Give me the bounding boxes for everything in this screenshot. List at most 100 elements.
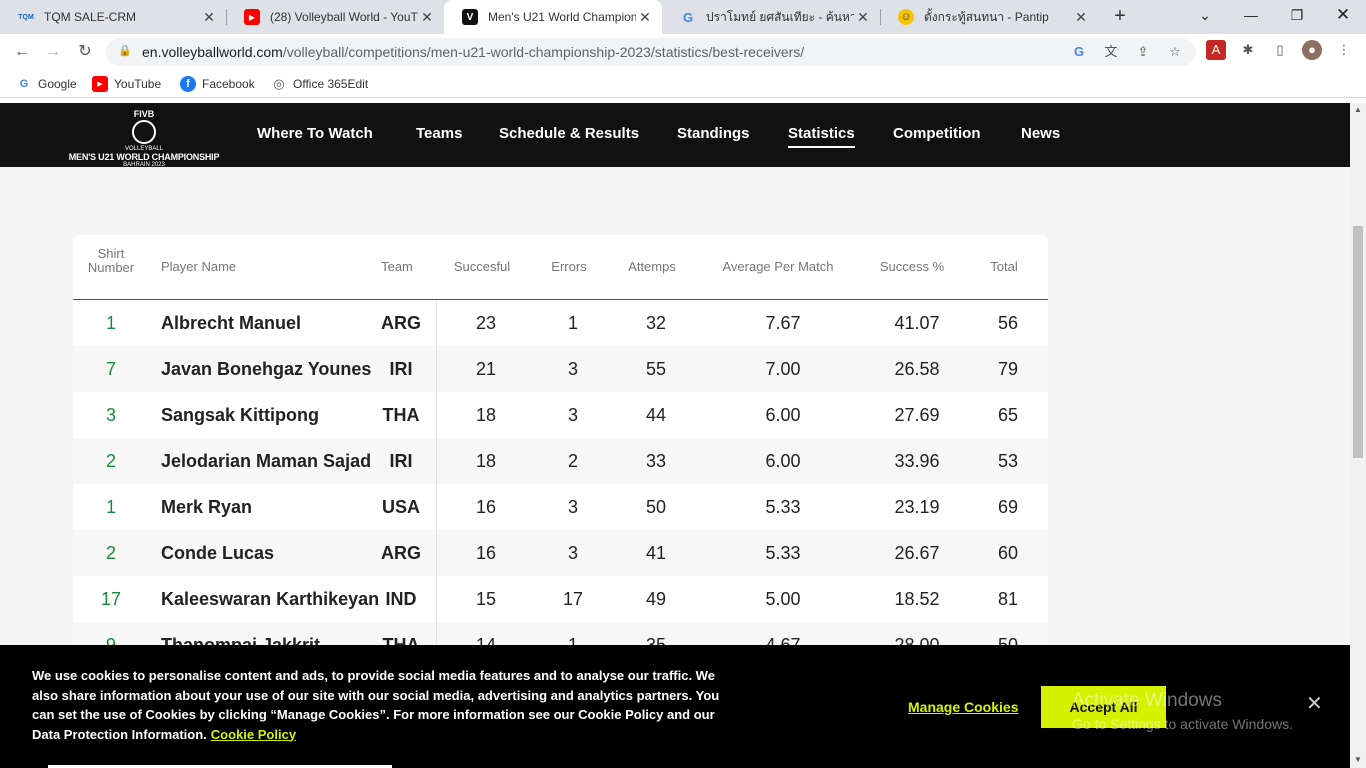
browser-tab-1[interactable]: TQM TQM SALE-CRM ✕ <box>0 0 226 34</box>
translate-icon[interactable]: 文 <box>1102 43 1120 61</box>
minimize-icon[interactable]: — <box>1228 0 1274 30</box>
bookmark-office365[interactable]: ◎ Office 365Edit <box>271 76 368 92</box>
table-header: Shirt Number Player Name Team Succesful E… <box>73 235 1048 300</box>
cell-team: ARG <box>381 543 421 563</box>
bookmark-google[interactable]: G Google <box>16 76 77 92</box>
lock-icon: 🔒 <box>118 45 132 57</box>
scroll-up-arrow-icon[interactable]: ▲ <box>1353 105 1363 114</box>
scroll-down-arrow-icon[interactable]: ▼ <box>1353 755 1363 764</box>
cell-total: 60 <box>997 543 1019 563</box>
google-lens-icon[interactable]: G <box>1070 43 1088 61</box>
header-average-per-match[interactable]: Average Per Match <box>708 259 848 274</box>
cell-errors: 3 <box>567 497 578 517</box>
header-player-name[interactable]: Player Name <box>161 259 236 274</box>
cell-total: 69 <box>997 497 1019 517</box>
cell-average: 6.00 <box>765 405 801 425</box>
cell-attempts: 50 <box>645 497 667 517</box>
volleyball-world-favicon-icon: V <box>462 9 478 25</box>
cell-team: ARG <box>381 313 421 333</box>
restore-icon[interactable]: ❐ <box>1274 0 1320 30</box>
youtube-favicon-icon: ▶ <box>244 9 260 25</box>
championship-logo[interactable]: FIVB VOLLEYBALL MEN'S U21 WORLD CHAMPION… <box>64 107 224 168</box>
table-row[interactable]: 1 Merk Ryan USA 16 3 50 5.33 23.19 69 <box>73 484 1048 530</box>
extensions-puzzle-icon[interactable]: ✱ <box>1238 40 1258 60</box>
scrollbar-thumb[interactable] <box>1353 226 1363 458</box>
url-text: en.volleyballworld.com/volleyball/compet… <box>142 44 805 60</box>
cell-shirt-number: 2 <box>105 543 116 563</box>
header-successful[interactable]: Succesful <box>442 259 522 274</box>
new-tab-button[interactable]: + <box>1108 5 1132 29</box>
cell-success-pct: 26.67 <box>894 543 940 563</box>
forward-arrow-icon[interactable]: → <box>41 40 65 64</box>
back-arrow-icon[interactable]: ← <box>10 40 34 64</box>
nav-news[interactable]: News <box>1021 125 1060 142</box>
cell-total: 53 <box>997 451 1019 471</box>
cell-successful: 15 <box>475 589 497 609</box>
cookie-close-icon[interactable]: ✕ <box>1306 691 1323 716</box>
nav-schedule-results[interactable]: Schedule & Results <box>499 125 639 142</box>
header-team[interactable]: Team <box>371 259 423 274</box>
page-scrollbar[interactable]: ▲ ▼ <box>1350 103 1366 768</box>
cell-total: 65 <box>997 405 1019 425</box>
header-shirt-number[interactable]: Shirt Number <box>81 247 141 275</box>
browser-menu-icon[interactable]: ⋮ <box>1334 40 1354 60</box>
bookmark-youtube[interactable]: ▶ YouTube <box>92 76 161 92</box>
header-errors[interactable]: Errors <box>539 259 599 274</box>
cookie-policy-link[interactable]: Cookie Policy <box>211 727 296 742</box>
browser-tab-4[interactable]: G ปราโมทย์ ยศสันเทียะ - ค้นหาด้วย Google… <box>662 0 880 34</box>
nav-competition[interactable]: Competition <box>893 125 981 142</box>
bookmarks-bar: G Google ▶ YouTube f Facebook ◎ Office 3… <box>0 70 1366 98</box>
google-favicon-icon: G <box>682 9 694 25</box>
browser-tab-5[interactable]: ☺ ตั้งกระทู้สนทนา - Pantip ✕ <box>880 0 1098 34</box>
manage-cookies-link[interactable]: Manage Cookies <box>908 699 1018 715</box>
header-success-pct[interactable]: Success % <box>867 259 957 274</box>
tab-close-icon[interactable]: ✕ <box>854 9 872 26</box>
table-row[interactable]: 2 Jelodarian Maman Sajad IRI 18 2 33 6.00 33.96… <box>73 438 1048 484</box>
address-bar[interactable]: 🔒 en.volleyballworld.com/volleyball/comp… <box>106 38 1196 66</box>
cell-attempts: 41 <box>645 543 667 563</box>
bookmark-label: YouTube <box>114 77 162 91</box>
pdf-extension-icon[interactable]: A <box>1206 40 1226 60</box>
share-icon[interactable]: ⇪ <box>1134 43 1152 61</box>
tab-search-chevron-icon[interactable]: ⌄ <box>1182 0 1228 30</box>
nav-teams[interactable]: Teams <box>416 125 462 142</box>
tab-close-icon[interactable]: ✕ <box>636 9 654 26</box>
table-row[interactable]: 7 Javan Bonehgaz Younes IRI 21 3 55 7.00 26.58 7… <box>73 346 1048 392</box>
cell-errors: 3 <box>567 543 578 563</box>
table-row[interactable]: 17 Kaleeswaran Karthikeyan IND 15 17 49 5.00 18… <box>73 576 1048 622</box>
cell-successful: 16 <box>475 497 497 517</box>
bookmark-facebook[interactable]: f Facebook <box>180 76 255 92</box>
tab-close-icon[interactable]: ✕ <box>1072 9 1090 26</box>
header-total[interactable]: Total <box>979 259 1029 274</box>
side-panel-icon[interactable]: ▯ <box>1270 40 1290 60</box>
cell-average: 5.33 <box>765 497 801 517</box>
cell-success-pct: 27.69 <box>894 405 940 425</box>
cell-errors: 3 <box>567 405 578 425</box>
nav-statistics[interactable]: Statistics <box>788 125 855 148</box>
cell-team: USA <box>381 497 420 517</box>
tqm-favicon-icon: TQM <box>18 13 34 21</box>
reload-icon[interactable]: ↻ <box>73 40 97 64</box>
header-attempts[interactable]: Attemps <box>617 259 687 274</box>
cell-successful: 18 <box>475 451 497 471</box>
table-row[interactable]: 2 Conde Lucas ARG 16 3 41 5.33 26.67 60 <box>73 530 1048 576</box>
cell-shirt-number: 1 <box>105 497 116 517</box>
pantip-favicon-icon: ☺ <box>898 9 914 25</box>
profile-avatar[interactable]: ● <box>1302 40 1322 60</box>
tab-close-icon[interactable]: ✕ <box>200 9 218 26</box>
cell-success-pct: 33.96 <box>894 451 940 471</box>
tab-title: (28) Volleyball World - YouTube <box>270 10 418 24</box>
browser-tab-2[interactable]: ▶ (28) Volleyball World - YouTube ✕ <box>226 0 444 34</box>
tab-close-icon[interactable]: ✕ <box>418 9 436 26</box>
table-row[interactable]: 1 Albrecht Manuel ARG 23 1 32 7.67 41.07 56 <box>73 300 1048 346</box>
facebook-icon: f <box>180 76 196 92</box>
bookmark-star-icon[interactable]: ☆ <box>1166 43 1184 61</box>
cell-team: IRI <box>389 359 413 379</box>
table-row[interactable]: 3 Sangsak Kittipong THA 18 3 44 6.00 27.69 65 <box>73 392 1048 438</box>
cell-average: 7.67 <box>765 313 801 333</box>
browser-tab-3-active[interactable]: V Men's U21 World Championship ✕ <box>444 0 662 34</box>
cell-attempts: 32 <box>645 313 667 333</box>
nav-standings[interactable]: Standings <box>677 125 750 142</box>
window-close-icon[interactable]: ✕ <box>1320 0 1366 30</box>
nav-where-to-watch[interactable]: Where To Watch <box>257 125 373 142</box>
